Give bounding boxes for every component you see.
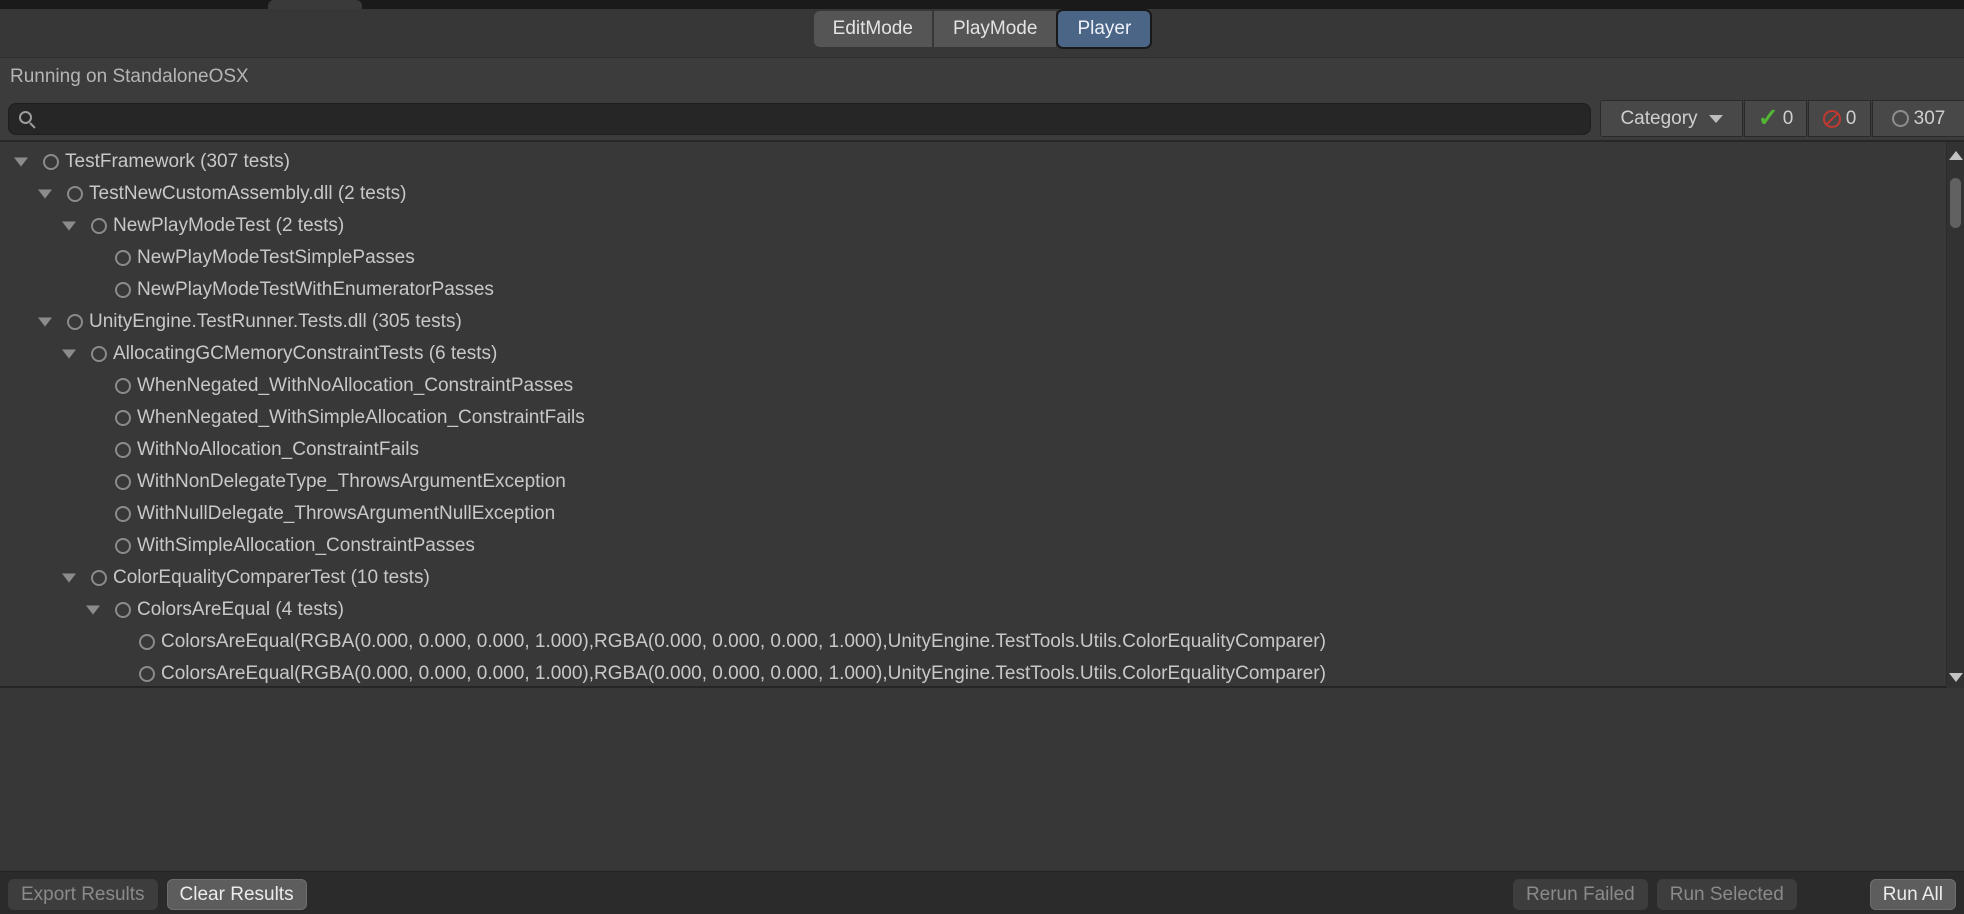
test-status-icon [139,666,155,682]
tree-row[interactable]: WithNoAllocation_ConstraintFails [0,434,1964,466]
foldout-arrow-icon[interactable] [14,158,28,167]
tree-row[interactable]: WithNullDelegate_ThrowsArgumentNullExcep… [0,498,1964,530]
test-status-icon [115,602,131,618]
tab-player[interactable]: Player [1058,11,1150,47]
test-status-icon [115,506,131,522]
tree-row[interactable]: TestNewCustomAssembly.dll (2 tests) [0,178,1964,210]
footer-bar: Export Results Clear Results Rerun Failed… [0,871,1964,914]
run-all-button[interactable]: Run All [1870,879,1956,910]
window-top-strip [0,0,1964,9]
tree-row[interactable]: WithSimpleAllocation_ConstraintPasses [0,530,1964,562]
tree-row[interactable]: TestFramework (307 tests) [0,146,1964,178]
footer-right-buttons: Rerun Failed Run Selected Run All [1513,879,1956,910]
rerun-failed-button[interactable]: Rerun Failed [1513,879,1648,910]
tree-row[interactable]: AllocatingGCMemoryConstraintTests (6 tes… [0,338,1964,370]
mode-tab-bar: EditModePlayModePlayer [0,9,1964,57]
scrollbar-thumb[interactable] [1950,178,1961,228]
tree-row[interactable]: ColorsAreEqual (4 tests) [0,594,1964,626]
foldout-arrow-icon[interactable] [62,574,76,583]
tree-row-label: NewPlayModeTestSimplePasses [137,247,415,269]
tree-row-label: ColorsAreEqual(RGBA(0.000, 0.000, 0.000,… [161,663,1326,685]
search-input[interactable] [42,104,1590,134]
test-runner-window: EditModePlayModePlayer Running on Standa… [0,0,1964,914]
run-selected-button[interactable]: Run Selected [1657,879,1797,910]
tree-scrollbar[interactable] [1946,142,1964,688]
tree-row-label: TestFramework (307 tests) [65,151,290,173]
tab-editmode[interactable]: EditMode [814,11,932,47]
running-platform-label: Running on StandaloneOSX [10,66,249,88]
not-run-circle-icon [1892,110,1909,127]
test-status-icon [115,282,131,298]
tree-row[interactable]: NewPlayModeTest (2 tests) [0,210,1964,242]
passed-check-icon [1758,106,1779,131]
tree-row[interactable]: NewPlayModeTestWithEnumeratorPasses [0,274,1964,306]
category-label: Category [1620,108,1697,130]
window-tab-top [268,0,362,9]
tree-row[interactable]: UnityEngine.TestRunner.Tests.dll (305 te… [0,306,1964,338]
tree-row-label: WhenNegated_WithNoAllocation_ConstraintP… [137,375,573,397]
total-count: 307 [1914,108,1946,130]
tree-row-label: ColorEqualityComparerTest (10 tests) [113,567,430,589]
tree-row-label: TestNewCustomAssembly.dll (2 tests) [89,183,406,205]
test-status-icon [91,570,107,586]
test-status-icon [115,474,131,490]
passed-filter-button[interactable]: 0 [1744,100,1807,137]
tree-row-label: WithSimpleAllocation_ConstraintPasses [137,535,475,557]
tree-row[interactable]: WithNonDelegateType_ThrowsArgumentExcept… [0,466,1964,498]
test-status-icon [115,378,131,394]
test-status-icon [91,346,107,362]
tree-row-label: NewPlayModeTest (2 tests) [113,215,344,237]
tree-row-label: UnityEngine.TestRunner.Tests.dll (305 te… [89,311,462,333]
tree-row[interactable]: NewPlayModeTestSimplePasses [0,242,1964,274]
test-status-icon [67,314,83,330]
export-results-button[interactable]: Export Results [8,879,158,910]
status-bar: Running on StandaloneOSX [0,57,1964,95]
filter-toolbar: Category 0 0 307 [0,95,1964,142]
tree-row-label: WhenNegated_WithSimpleAllocation_Constra… [137,407,585,429]
test-status-icon [115,250,131,266]
tree-row-label: AllocatingGCMemoryConstraintTests (6 tes… [113,343,497,365]
mode-tabs: EditModePlayModePlayer [814,11,1151,47]
test-status-icon [115,538,131,554]
foldout-arrow-icon[interactable] [62,350,76,359]
scroll-up-arrow-icon[interactable] [1949,151,1963,160]
footer-left-buttons: Export Results Clear Results [8,879,307,910]
total-filter-button[interactable]: 307 [1872,100,1964,137]
tree-row[interactable]: WhenNegated_WithSimpleAllocation_Constra… [0,402,1964,434]
dropdown-caret-icon [1709,115,1723,123]
foldout-arrow-icon[interactable] [38,318,52,327]
category-dropdown[interactable]: Category [1600,100,1743,137]
test-status-icon [67,186,83,202]
test-status-icon [115,410,131,426]
tab-playmode[interactable]: PlayMode [934,11,1057,47]
tree-row-label: ColorsAreEqual (4 tests) [137,599,344,621]
foldout-arrow-icon[interactable] [62,222,76,231]
tree-row-label: ColorsAreEqual(RGBA(0.000, 0.000, 0.000,… [161,631,1326,653]
search-field[interactable] [8,103,1591,135]
tree-row[interactable]: ColorsAreEqual(RGBA(0.000, 0.000, 0.000,… [0,658,1964,688]
tree-row-label: NewPlayModeTestWithEnumeratorPasses [137,279,494,301]
failed-filter-button[interactable]: 0 [1808,100,1871,137]
tree-row[interactable]: ColorsAreEqual(RGBA(0.000, 0.000, 0.000,… [0,626,1964,658]
clear-results-button[interactable]: Clear Results [167,879,307,910]
tree-row-label: WithNoAllocation_ConstraintFails [137,439,419,461]
failed-count: 0 [1846,108,1857,130]
test-status-icon [139,634,155,650]
test-status-icon [115,442,131,458]
search-icon [18,110,36,128]
test-tree: TestFramework (307 tests) TestNewCustomAs… [0,142,1964,688]
tree-row-label: WithNonDelegateType_ThrowsArgumentExcept… [137,471,566,493]
test-status-icon [43,154,59,170]
foldout-arrow-icon[interactable] [38,190,52,199]
tree-row-label: WithNullDelegate_ThrowsArgumentNullExcep… [137,503,555,525]
test-status-icon [91,218,107,234]
foldout-arrow-icon[interactable] [86,606,100,615]
passed-count: 0 [1783,108,1794,130]
failed-circle-slash-icon [1823,110,1841,128]
scroll-down-arrow-icon[interactable] [1949,673,1963,682]
tree-row[interactable]: WhenNegated_WithNoAllocation_ConstraintP… [0,370,1964,402]
tree-row[interactable]: ColorEqualityComparerTest (10 tests) [0,562,1964,594]
